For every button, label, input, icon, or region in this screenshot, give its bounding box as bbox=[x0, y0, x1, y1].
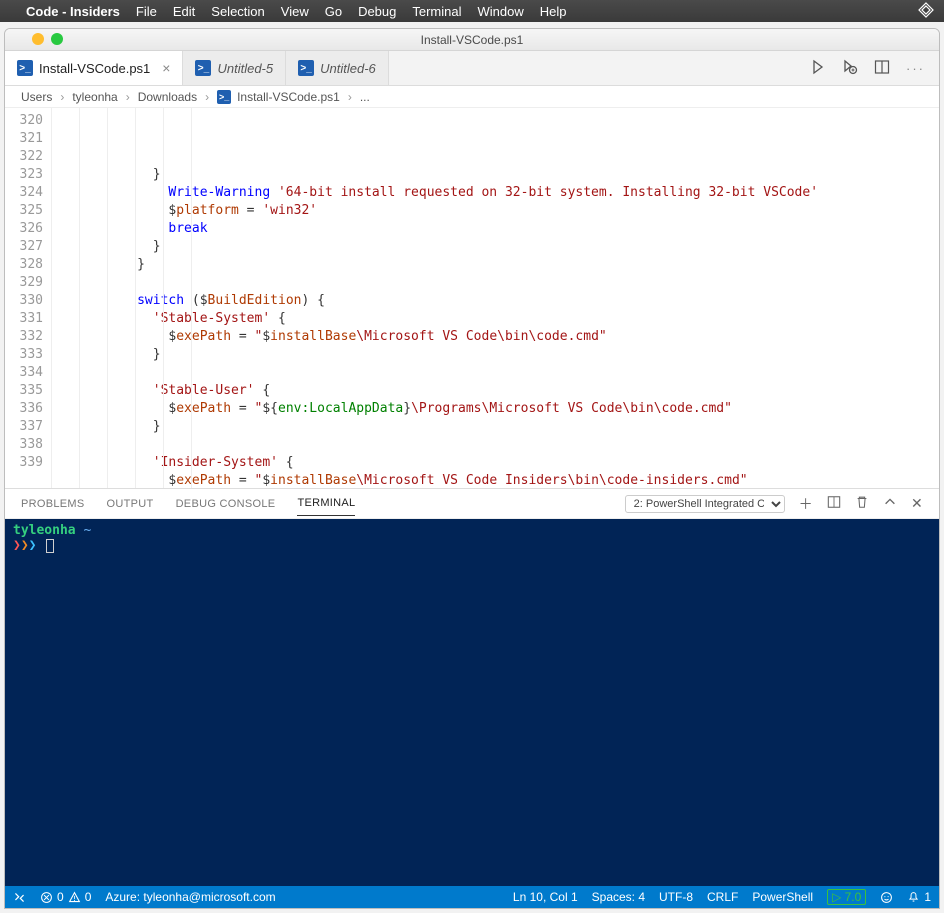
window-title: Install-VSCode.ps1 bbox=[421, 33, 524, 47]
menu-edit[interactable]: Edit bbox=[173, 4, 195, 19]
tab-label: Install-VSCode.ps1 bbox=[39, 61, 150, 76]
editor-tab-install-vscode[interactable]: >_ Install-VSCode.ps1 × bbox=[5, 51, 183, 85]
vscode-window: Install-VSCode.ps1 >_ Install-VSCode.ps1… bbox=[4, 28, 940, 909]
terminal-cursor bbox=[46, 539, 54, 553]
notifications-icon[interactable]: 1 bbox=[907, 890, 931, 904]
editor-tab-untitled5[interactable]: >_ Untitled-5 bbox=[183, 51, 286, 85]
run-icon[interactable] bbox=[810, 59, 826, 78]
panel-tab-problems[interactable]: PROBLEMS bbox=[21, 492, 85, 516]
terminal-user: tyleonha bbox=[13, 523, 76, 538]
panel-tab-terminal[interactable]: TERMINAL bbox=[297, 491, 355, 516]
tab-label: Untitled-6 bbox=[320, 61, 376, 76]
encoding-status[interactable]: UTF-8 bbox=[659, 890, 693, 904]
close-window-icon[interactable] bbox=[13, 33, 25, 45]
menu-file[interactable]: File bbox=[136, 4, 157, 19]
feedback-icon[interactable] bbox=[880, 891, 893, 904]
menu-debug[interactable]: Debug bbox=[358, 4, 396, 19]
editor-tabs: >_ Install-VSCode.ps1 × >_ Untitled-5 >_… bbox=[5, 51, 939, 86]
collapse-panel-icon[interactable] bbox=[883, 495, 897, 512]
tab-label: Untitled-5 bbox=[217, 61, 273, 76]
terminal-path: ~ bbox=[83, 523, 91, 538]
powershell-file-icon: >_ bbox=[298, 60, 314, 76]
menu-selection[interactable]: Selection bbox=[211, 4, 264, 19]
panel-tab-debug-console[interactable]: DEBUG CONSOLE bbox=[176, 492, 276, 516]
remote-indicator[interactable] bbox=[13, 891, 26, 904]
status-bar: 0 0 Azure: tyleonha@microsoft.com Ln 10,… bbox=[5, 886, 939, 908]
powershell-file-icon: >_ bbox=[17, 60, 33, 76]
close-tab-icon[interactable]: × bbox=[162, 60, 170, 76]
terminal-selector[interactable]: 2: PowerShell Integrated Con bbox=[625, 495, 785, 513]
azure-account[interactable]: Azure: tyleonha@microsoft.com bbox=[105, 890, 275, 904]
powershell-file-icon: >_ bbox=[217, 90, 231, 104]
zoom-window-icon[interactable] bbox=[51, 33, 63, 45]
menu-help[interactable]: Help bbox=[540, 4, 567, 19]
menu-go[interactable]: Go bbox=[325, 4, 342, 19]
terminal-body[interactable]: tyleonha ~ ❯❯❯ bbox=[5, 519, 939, 886]
menu-terminal[interactable]: Terminal bbox=[412, 4, 461, 19]
run-debug-icon[interactable] bbox=[842, 59, 858, 78]
crumb[interactable]: Install-VSCode.ps1 bbox=[237, 90, 340, 104]
menu-view[interactable]: View bbox=[281, 4, 309, 19]
terminal-prompt-icon: ❯❯❯ bbox=[13, 538, 36, 553]
more-actions-icon[interactable]: ··· bbox=[906, 61, 925, 76]
mac-menubar: Code - Insiders File Edit Selection View… bbox=[0, 0, 944, 22]
indentation-status[interactable]: Spaces: 4 bbox=[592, 890, 645, 904]
language-mode[interactable]: PowerShell bbox=[752, 890, 813, 904]
crumb[interactable]: Downloads bbox=[138, 90, 197, 104]
app-name[interactable]: Code - Insiders bbox=[26, 4, 120, 19]
code-content[interactable]: } Write-Warning '64-bit install requeste… bbox=[51, 108, 939, 488]
powershell-file-icon: >_ bbox=[195, 60, 211, 76]
new-terminal-icon[interactable]: ＋ bbox=[799, 494, 813, 514]
crumb[interactable]: ... bbox=[360, 90, 370, 104]
split-terminal-icon[interactable] bbox=[827, 495, 841, 512]
close-panel-icon[interactable]: ✕ bbox=[911, 495, 923, 512]
breadcrumb[interactable]: Users tyleonha Downloads >_ Install-VSCo… bbox=[5, 86, 939, 108]
crumb[interactable]: tyleonha bbox=[72, 90, 117, 104]
crumb[interactable]: Users bbox=[21, 90, 52, 104]
kill-terminal-icon[interactable] bbox=[855, 495, 869, 512]
editor-tab-untitled6[interactable]: >_ Untitled-6 bbox=[286, 51, 389, 85]
panel-tab-output[interactable]: OUTPUT bbox=[107, 492, 154, 516]
menu-window[interactable]: Window bbox=[478, 4, 524, 19]
problems-status[interactable]: 0 0 bbox=[40, 890, 91, 904]
line-number-gutter: 3203213223233243253263273283293303313323… bbox=[5, 108, 51, 488]
window-titlebar[interactable]: Install-VSCode.ps1 bbox=[5, 29, 939, 51]
cursor-position[interactable]: Ln 10, Col 1 bbox=[513, 890, 578, 904]
panel: PROBLEMS OUTPUT DEBUG CONSOLE TERMINAL 2… bbox=[5, 488, 939, 886]
eol-status[interactable]: CRLF bbox=[707, 890, 738, 904]
panel-tabs: PROBLEMS OUTPUT DEBUG CONSOLE TERMINAL 2… bbox=[5, 489, 939, 519]
code-editor[interactable]: 3203213223233243253263273283293303313323… bbox=[5, 108, 939, 488]
powershell-version[interactable]: ▷ 7.0 bbox=[827, 889, 866, 905]
menubar-extras-icon[interactable] bbox=[918, 2, 934, 21]
minimize-window-icon[interactable] bbox=[32, 33, 44, 45]
split-editor-icon[interactable] bbox=[874, 59, 890, 78]
